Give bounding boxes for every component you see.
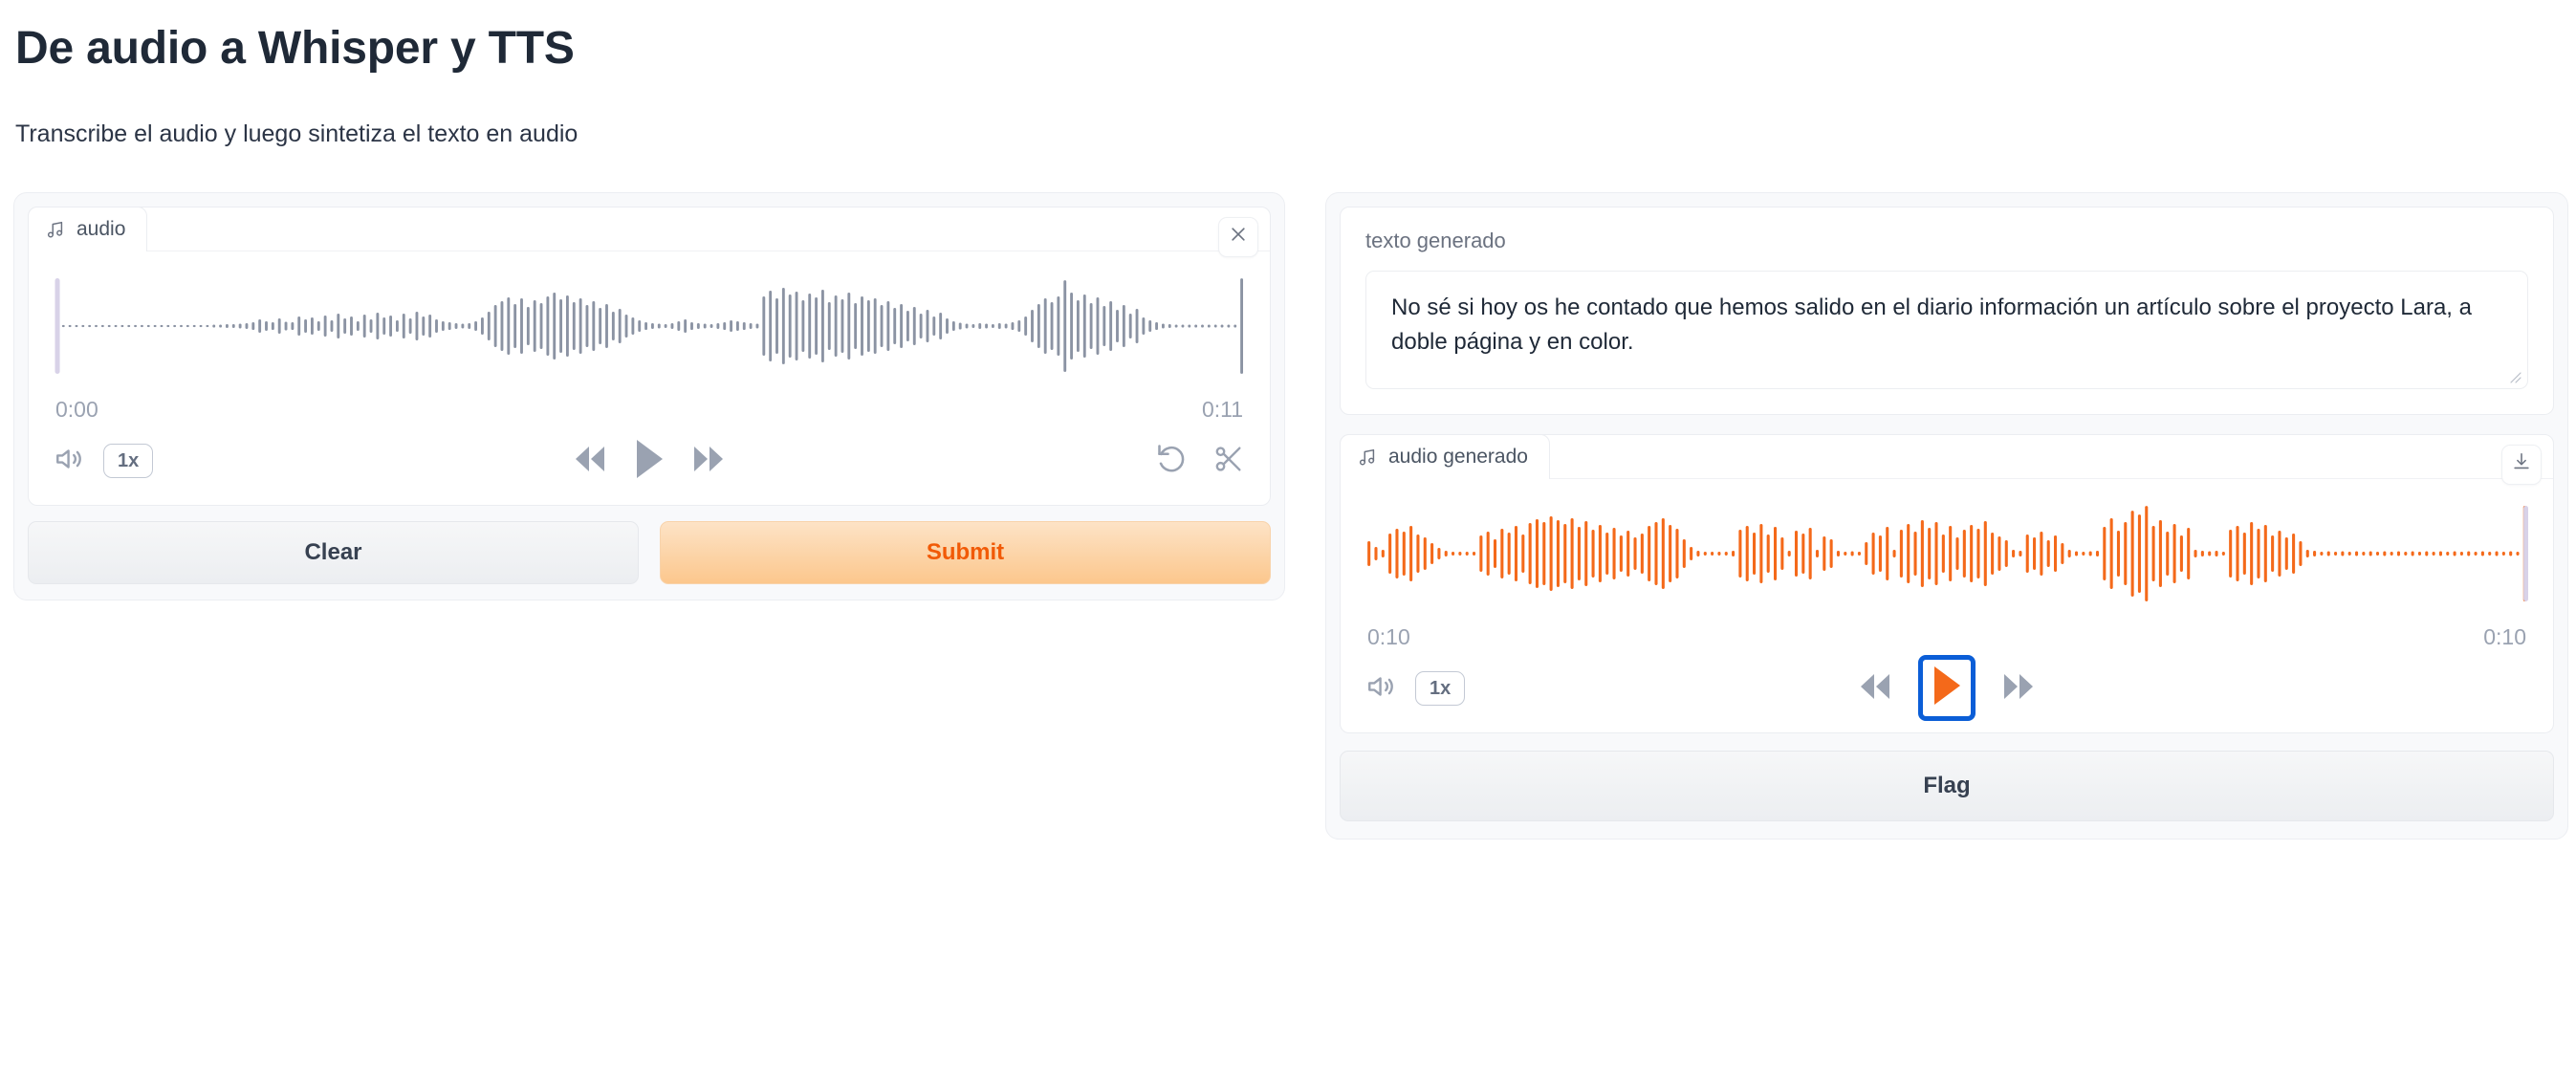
input-controls-left: 1x [54,443,154,478]
input-panel-wrapper: audio 0:00 0:11 1x Clear Submit [13,191,1285,600]
generated-text-box[interactable]: No sé si hoy os he contado que hemos sal… [1365,270,2528,389]
output-column: texto generado No sé si hoy os he contad… [1325,191,2568,840]
clear-audio-button[interactable] [1218,216,1258,257]
generated-text-card: texto generado No sé si hoy os he contad… [1340,206,2554,415]
music-note-icon [1357,447,1378,468]
audio-input-tabrow: audio [28,206,1270,257]
download-icon [2511,451,2532,477]
output-total-time: 0:10 [2483,623,2526,649]
rewind-icon [572,443,610,478]
output-forward-button[interactable] [1998,670,2037,706]
tab-audio-generado[interactable]: audio generado [1340,433,1550,479]
input-speed-button[interactable]: 1x [103,443,154,478]
output-speed-button[interactable]: 1x [1415,670,1466,706]
output-time-row: 0:10 0:10 [1341,603,2553,650]
submit-button[interactable]: Submit [660,520,1271,584]
output-rewind-button[interactable] [1857,670,1895,706]
undo-icon [1155,442,1190,479]
input-controls-right [1155,442,1245,479]
clear-button[interactable]: Clear [28,520,639,584]
rewind-icon [1857,670,1895,706]
volume-icon [54,443,86,478]
input-undo-button[interactable] [1155,442,1190,479]
page-subtitle: Transcribe el audio y luego sintetiza el… [15,120,579,147]
input-waveform-area[interactable] [29,251,1270,376]
volume-icon [1365,670,1398,706]
tab-audio[interactable]: audio [28,206,148,251]
output-controls-left: 1x [1365,670,1466,706]
generated-text-value: No sé si hoy os he contado que hemos sal… [1391,294,2472,356]
play-icon [1932,665,1962,711]
music-note-icon [45,219,66,240]
output-controls: 1x [1341,650,2553,732]
output-waveform-area[interactable] [1341,479,2553,603]
tab-audio-label: audio [76,217,126,240]
app-root: De audio a Whisper y TTS Transcribe el a… [0,21,2576,1069]
input-current-time: 0:00 [55,396,98,422]
input-waveform[interactable] [54,276,1245,376]
input-rewind-button[interactable] [572,443,610,478]
input-action-row: Clear Submit [28,520,1271,584]
input-controls: 1x [29,423,1270,505]
fast-forward-icon [688,443,727,478]
input-play-button[interactable] [633,438,666,483]
scissors-icon [1212,443,1245,478]
output-panel-wrapper: texto generado No sé si hoy os he contad… [1325,191,2568,840]
input-forward-button[interactable] [688,443,727,478]
output-waveform[interactable] [1365,504,2528,603]
input-column: audio 0:00 0:11 1x Clear Submit [13,191,1285,600]
page-title: De audio a Whisper y TTS [15,23,575,74]
flag-button[interactable]: Flag [1340,750,2554,821]
output-current-time: 0:10 [1367,623,1410,649]
main-columns: audio 0:00 0:11 1x Clear Submit texto ge… [13,191,2568,840]
audio-output-card: audio generado 0:10 0:10 1x [1340,433,2554,733]
input-volume-button[interactable] [54,443,86,478]
tab-audio-generado-label: audio generado [1388,445,1528,468]
fast-forward-icon [1998,670,2037,706]
input-transport [29,438,1270,483]
output-play-button[interactable] [1918,655,1976,722]
download-audio-button[interactable] [2501,444,2542,485]
resize-grip-icon[interactable] [2506,368,2521,383]
input-total-time: 0:11 [1201,396,1243,422]
audio-input-card: audio 0:00 0:11 1x [28,206,1271,506]
input-trim-button[interactable] [1212,443,1245,478]
output-transport [1341,655,2553,722]
play-icon [633,438,666,483]
generated-text-label: texto generado [1365,228,1506,252]
input-time-row: 0:00 0:11 [29,376,1270,423]
output-volume-button[interactable] [1365,670,1398,706]
close-icon [1229,225,1248,249]
output-spacer [1340,415,2554,434]
audio-output-tabrow: audio generado [1340,433,2553,485]
